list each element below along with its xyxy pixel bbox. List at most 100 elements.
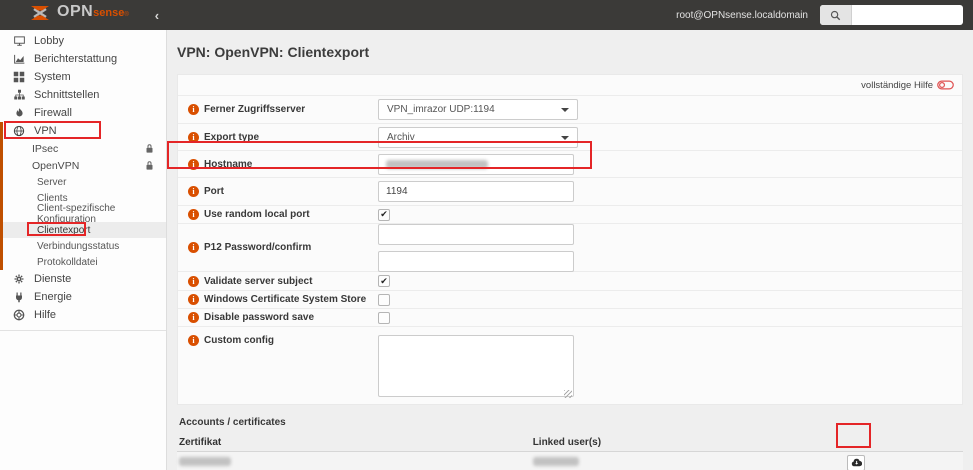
sidebar-item-dienste[interactable]: Dienste xyxy=(0,270,166,288)
gear-icon xyxy=(12,273,26,286)
p12-password-confirm-input[interactable] xyxy=(378,251,574,272)
active-section-indicator xyxy=(0,122,3,270)
sidebar-item-label: Hilfe xyxy=(34,309,56,321)
form-row-port: Port xyxy=(178,177,962,205)
sidebar-item-verbindungsstatus[interactable]: Verbindungsstatus xyxy=(0,238,166,254)
sidebar-item-label: Berichterstattung xyxy=(34,53,117,65)
help-toggle-icon[interactable] xyxy=(937,80,954,90)
opnsense-logo-icon xyxy=(28,3,52,28)
info-icon[interactable] xyxy=(188,104,199,115)
table-header-row: Zertifikat Linked user(s) xyxy=(177,434,963,452)
sidebar-item-label: Verbindungsstatus xyxy=(37,241,119,252)
resize-handle[interactable] xyxy=(564,390,572,398)
field-label: Port xyxy=(204,186,224,197)
life-ring-icon xyxy=(12,309,26,322)
form-row-hostname: Hostname xyxy=(178,150,962,177)
accounts-section-title: Accounts / certificates xyxy=(177,413,963,434)
sidebar-item-berichterstattung[interactable]: Berichterstattung xyxy=(0,50,166,68)
column-header-zertifikat: Zertifikat xyxy=(177,434,531,452)
export-type-select[interactable]: Archiv xyxy=(378,127,578,148)
sidebar-item-vpn[interactable]: VPN xyxy=(0,122,166,140)
info-icon[interactable] xyxy=(188,312,199,323)
sidebar-divider xyxy=(0,330,166,331)
hostname-input[interactable] xyxy=(378,154,574,175)
brand-secondary: sense xyxy=(93,7,124,19)
form-row-windows-certificate-store: Windows Certificate System Store xyxy=(178,290,962,308)
field-label: Export type xyxy=(204,132,259,143)
info-icon[interactable] xyxy=(188,159,199,170)
full-help-label[interactable]: vollständige Hilfe xyxy=(861,80,933,91)
form-row-custom-config: Custom config xyxy=(178,326,962,404)
sidebar-item-server[interactable]: Server xyxy=(0,174,166,190)
field-label: Validate server subject xyxy=(204,276,312,287)
sidebar-collapse-icon[interactable]: ‹ xyxy=(155,8,159,23)
info-icon[interactable] xyxy=(188,132,199,143)
main-content: VPN: OpenVPN: Clientexport vollständige … xyxy=(167,30,973,470)
validate-server-subject-checkbox[interactable] xyxy=(378,275,390,287)
p12-password-input[interactable] xyxy=(378,224,574,245)
info-icon[interactable] xyxy=(188,209,199,220)
info-icon[interactable] xyxy=(188,335,199,346)
redacted-value xyxy=(386,160,488,169)
sidebar-item-label: Client-spezifische Konfiguration xyxy=(37,203,166,225)
form-row-use-random-local-port: Use random local port xyxy=(178,205,962,223)
form-row-p12-password: P12 Password/confirm xyxy=(178,223,962,271)
sidebar-item-schnittstellen[interactable]: Schnittstellen xyxy=(0,86,166,104)
sidebar-item-label: Protokolldatei xyxy=(37,257,98,268)
desktop-icon xyxy=(12,35,26,48)
download-button[interactable] xyxy=(847,455,865,470)
search-input[interactable] xyxy=(852,6,962,24)
port-input[interactable] xyxy=(378,181,574,202)
sidebar-item-energie[interactable]: Energie xyxy=(0,288,166,306)
search-box[interactable] xyxy=(820,5,963,25)
area-chart-icon xyxy=(12,53,26,66)
disable-password-save-checkbox[interactable] xyxy=(378,312,390,324)
topbar: OPNsense® ‹ root@OPNsense.localdomain xyxy=(0,0,973,30)
form-row-export-type: Export type Archiv xyxy=(178,123,962,150)
field-label: Custom config xyxy=(204,335,274,346)
grid-icon xyxy=(12,71,26,84)
sidebar-item-protokolldatei[interactable]: Protokolldatei xyxy=(0,254,166,270)
cloud-download-icon xyxy=(851,458,862,467)
info-icon[interactable] xyxy=(188,186,199,197)
custom-config-textarea[interactable] xyxy=(378,335,574,397)
redacted-linked-user xyxy=(533,457,579,466)
field-label: P12 Password/confirm xyxy=(204,242,311,253)
field-label: Hostname xyxy=(204,159,252,170)
globe-icon xyxy=(12,125,26,138)
sidebar-item-label: System xyxy=(34,71,71,83)
windows-certificate-store-checkbox[interactable] xyxy=(378,294,390,306)
logged-in-user: root@OPNsense.localdomain xyxy=(676,10,808,21)
lock-icon xyxy=(145,160,154,171)
certificates-table: Zertifikat Linked user(s) xyxy=(177,434,963,470)
selected-value: Archiv xyxy=(387,132,415,143)
sidebar-item-openvpn[interactable]: OpenVPN xyxy=(0,157,166,174)
lock-icon xyxy=(145,143,154,154)
sidebar-item-client-spezifische-konfiguration[interactable]: Client-spezifische Konfiguration xyxy=(0,206,166,222)
field-label: Use random local port xyxy=(204,209,310,220)
topbar-right: root@OPNsense.localdomain xyxy=(676,5,963,25)
sidebar-item-label: Energie xyxy=(34,291,72,303)
use-random-local-port-checkbox[interactable] xyxy=(378,209,390,221)
sidebar-item-ipsec[interactable]: IPsec xyxy=(0,140,166,157)
selected-value: VPN_imrazor UDP:1194 xyxy=(387,104,495,115)
sidebar-item-system[interactable]: System xyxy=(0,68,166,86)
search-icon xyxy=(820,5,852,25)
info-icon[interactable] xyxy=(188,276,199,287)
sidebar-item-label: OpenVPN xyxy=(32,160,79,172)
field-label: Disable password save xyxy=(204,312,314,323)
redacted-certificate-name xyxy=(179,457,231,466)
form-row-disable-password-save: Disable password save xyxy=(178,308,962,326)
fire-icon xyxy=(12,107,26,120)
info-icon[interactable] xyxy=(188,294,199,305)
column-header-linked-users: Linked user(s) xyxy=(531,434,845,452)
info-icon[interactable] xyxy=(188,242,199,253)
opnsense-logo[interactable]: OPNsense® xyxy=(28,3,129,28)
sidebar-item-hilfe[interactable]: Hilfe xyxy=(0,306,166,324)
sidebar-item-lobby[interactable]: Lobby xyxy=(0,32,166,50)
remote-access-server-select[interactable]: VPN_imrazor UDP:1194 xyxy=(378,99,578,120)
sitemap-icon xyxy=(12,89,26,102)
sidebar-item-label: Firewall xyxy=(34,107,72,119)
sidebar-item-firewall[interactable]: Firewall xyxy=(0,104,166,122)
accounts-section: Accounts / certificates Zertifikat Linke… xyxy=(177,413,963,470)
